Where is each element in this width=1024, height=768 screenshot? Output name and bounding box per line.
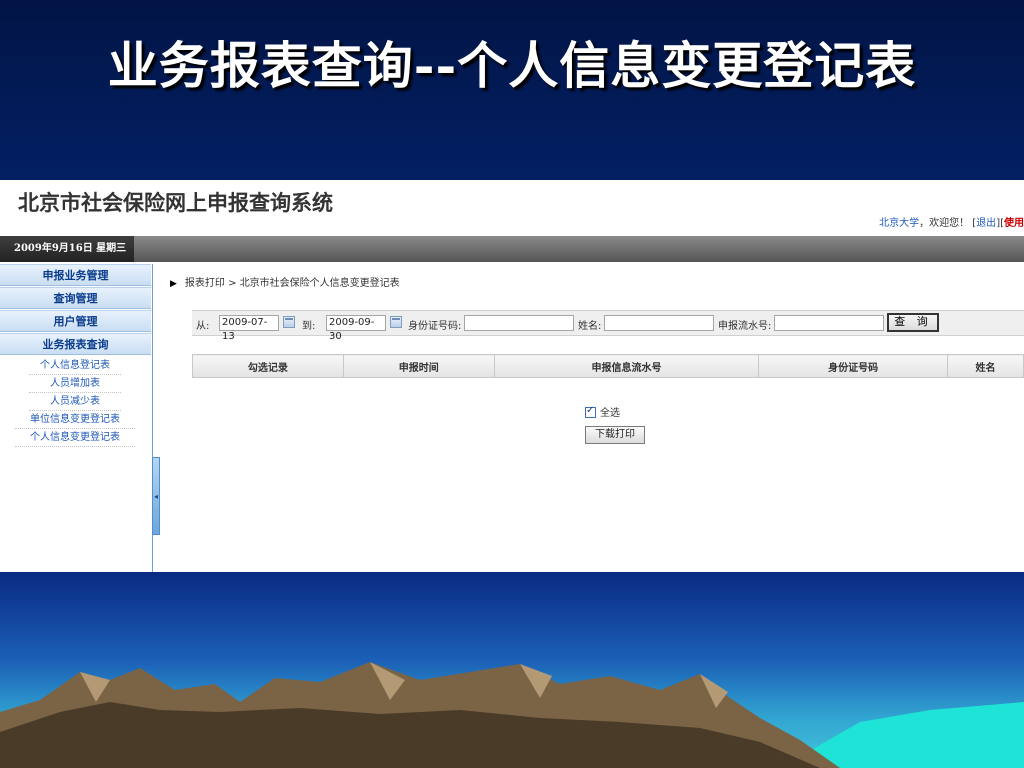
from-date-field[interactable]: 2009-07-13	[219, 315, 279, 342]
table-header-row: 勾选记录 申报时间 申报信息流水号 身份证号码 姓名	[192, 354, 1024, 378]
id-number-field[interactable]	[464, 315, 574, 331]
select-all-label: 全选	[600, 408, 620, 419]
triangle-right-icon: ▶	[170, 279, 177, 289]
slide-footer-background	[0, 572, 1024, 768]
submenu-staff-decrease[interactable]: 人员减少表	[29, 393, 121, 411]
column-header-id-number: 身份证号码	[758, 354, 949, 378]
query-button[interactable]: 查 询	[887, 313, 939, 332]
date-bar: 2009年9月16日 星期三	[0, 236, 1024, 262]
column-header-declare-time: 申报时间	[342, 354, 495, 378]
user-org: 北京大学	[879, 218, 920, 229]
column-header-serial-number: 申报信息流水号	[493, 354, 760, 378]
to-label: 到:	[302, 321, 316, 332]
menu-user-management[interactable]: 用户管理	[0, 310, 151, 332]
report-submenu: 个人信息登记表 人员增加表 人员减少表 单位信息变更登记表 个人信息变更登记表	[0, 356, 151, 447]
calendar-icon[interactable]	[390, 316, 402, 328]
filter-bar: 从: 2009-07-13 到: 2009-09-30 身份证号码: 姓名: 申…	[192, 310, 1024, 342]
serial-number-label: 申报流水号:	[718, 321, 772, 332]
breadcrumb-separator: >	[228, 278, 237, 289]
app-screenshot: 北京市社会保险网上申报查询系统 北京大学，欢迎您！ [退出][使用 2009年9…	[0, 180, 1024, 572]
logout-link[interactable]: 退出	[976, 218, 996, 229]
name-field[interactable]	[604, 315, 714, 331]
app-header: 北京市社会保险网上申报查询系统 北京大学，欢迎您！ [退出][使用	[0, 180, 1024, 236]
calendar-icon[interactable]	[283, 316, 295, 328]
side-menu: 申报业务管理 查询管理 用户管理 业务报表查询 个人信息登记表 人员增加表 人员…	[0, 264, 151, 447]
user-bar: 北京大学，欢迎您！ [退出][使用	[879, 214, 1024, 229]
slide-title: 业务报表查询--个人信息变更登记表	[107, 36, 917, 95]
sidebar: 申报业务管理 查询管理 用户管理 业务报表查询 个人信息登记表 人员增加表 人员…	[0, 264, 153, 572]
id-number-label: 身份证号码:	[408, 321, 462, 332]
select-all-checkbox[interactable]	[585, 405, 596, 418]
menu-declaration-management[interactable]: 申报业务管理	[0, 264, 151, 286]
download-print-button[interactable]: 下载打印	[585, 426, 645, 444]
system-logo: 北京市社会保险网上申报查询系统	[18, 191, 333, 215]
submenu-personal-registration[interactable]: 个人信息登记表	[29, 357, 121, 375]
column-header-name: 姓名	[947, 354, 1024, 378]
submenu-personal-change[interactable]: 个人信息变更登记表	[15, 429, 135, 447]
current-date: 2009年9月16日 星期三	[0, 236, 134, 262]
column-header-select: 勾选记录	[192, 354, 344, 378]
to-date-field[interactable]: 2009-09-30	[326, 315, 386, 342]
menu-report-query[interactable]: 业务报表查询	[0, 333, 151, 355]
sidebar-collapse-handle[interactable]: ◂	[152, 457, 160, 535]
from-label: 从:	[196, 321, 210, 332]
mountains-illustration	[0, 662, 1024, 768]
breadcrumb-page: 北京市社会保险个人信息变更登记表	[239, 278, 400, 289]
help-link[interactable]: 使用	[1004, 218, 1024, 229]
breadcrumb: ▶ 报表打印 > 北京市社会保险个人信息变更登记表	[170, 274, 400, 289]
name-label: 姓名:	[578, 321, 602, 332]
main-content: ▶ 报表打印 > 北京市社会保险个人信息变更登记表 从: 2009-07-13 到…	[160, 264, 1024, 572]
results-table: 勾选记录 申报时间 申报信息流水号 身份证号码 姓名	[192, 354, 1024, 378]
welcome-text: ，欢迎您！	[919, 218, 970, 229]
breadcrumb-section[interactable]: 报表打印	[185, 278, 225, 289]
select-all-control[interactable]: 全选	[585, 404, 620, 419]
serial-number-field[interactable]	[774, 315, 884, 331]
submenu-unit-change[interactable]: 单位信息变更登记表	[15, 411, 135, 429]
submenu-staff-increase[interactable]: 人员增加表	[29, 375, 121, 393]
menu-query-management[interactable]: 查询管理	[0, 287, 151, 309]
